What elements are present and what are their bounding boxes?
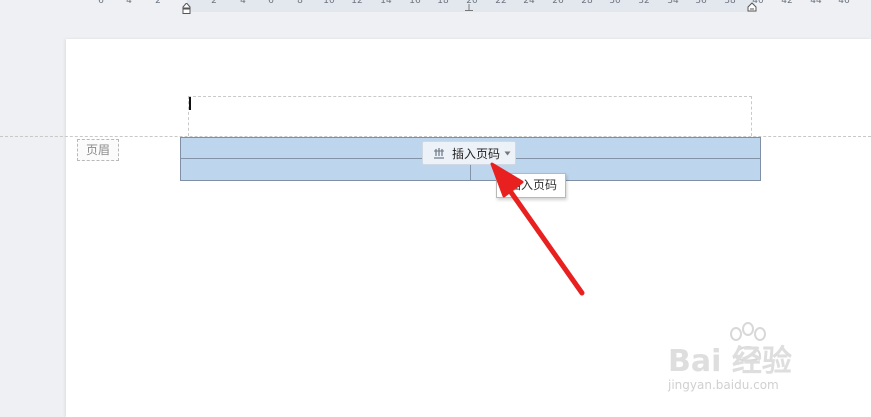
ruler-tick-label: 38 xyxy=(724,0,736,6)
ruler-tick-label: 34 xyxy=(667,0,679,6)
ruler-tick-label: 42 xyxy=(781,0,793,6)
ruler-tick-label: 32 xyxy=(638,0,650,6)
ruler-tick-label: 24 xyxy=(523,0,535,6)
ruler-tick-label: 8 xyxy=(297,0,303,6)
ruler-tick-label: 36 xyxy=(695,0,707,6)
ruler-tick-label: 14 xyxy=(380,0,392,6)
text-cursor xyxy=(189,97,191,110)
ruler-tick-label: 4 xyxy=(126,0,132,6)
ruler-tick-label: 22 xyxy=(495,0,507,6)
ruler-tick-label: 28 xyxy=(581,0,593,6)
header-label: 页眉 xyxy=(77,139,119,161)
watermark-brand: Bai 经验 xyxy=(668,344,792,379)
ruler-tick-label: 18 xyxy=(437,0,449,6)
watermark-url: jingyan.baidu.com xyxy=(668,378,779,392)
horizontal-ruler[interactable]: 6 4 2 2 4 6 8 10 12 14 16 18 20 22 24 26… xyxy=(0,0,871,14)
ruler-tick-label: 2 xyxy=(211,0,217,6)
ruler-tick-label: 44 xyxy=(810,0,822,6)
page-number-icon xyxy=(434,148,444,159)
ruler-tick-label: 30 xyxy=(609,0,621,6)
ruler-tick-label: 10 xyxy=(323,0,335,6)
baidu-watermark: Bai 经验 jingyan.baidu.com xyxy=(668,322,828,398)
right-indent-marker-icon[interactable] xyxy=(746,1,758,13)
ruler-tick-label: 4 xyxy=(240,0,246,6)
ruler-tick-label: 2 xyxy=(155,0,161,6)
ruler-tick-label: 6 xyxy=(98,0,104,6)
left-indent-marker-icon[interactable] xyxy=(182,3,191,14)
ruler-tick-label: 16 xyxy=(409,0,421,6)
ruler-tick-label: 46 xyxy=(838,0,850,6)
tab-stop-marker-icon[interactable] xyxy=(464,2,474,12)
ruler-tick-label: 6 xyxy=(268,0,274,6)
ruler-tick-label: 12 xyxy=(351,0,363,6)
ruler-tick-label: 26 xyxy=(552,0,564,6)
red-arrow-annotation xyxy=(490,162,585,296)
header-edit-area[interactable] xyxy=(188,96,752,136)
